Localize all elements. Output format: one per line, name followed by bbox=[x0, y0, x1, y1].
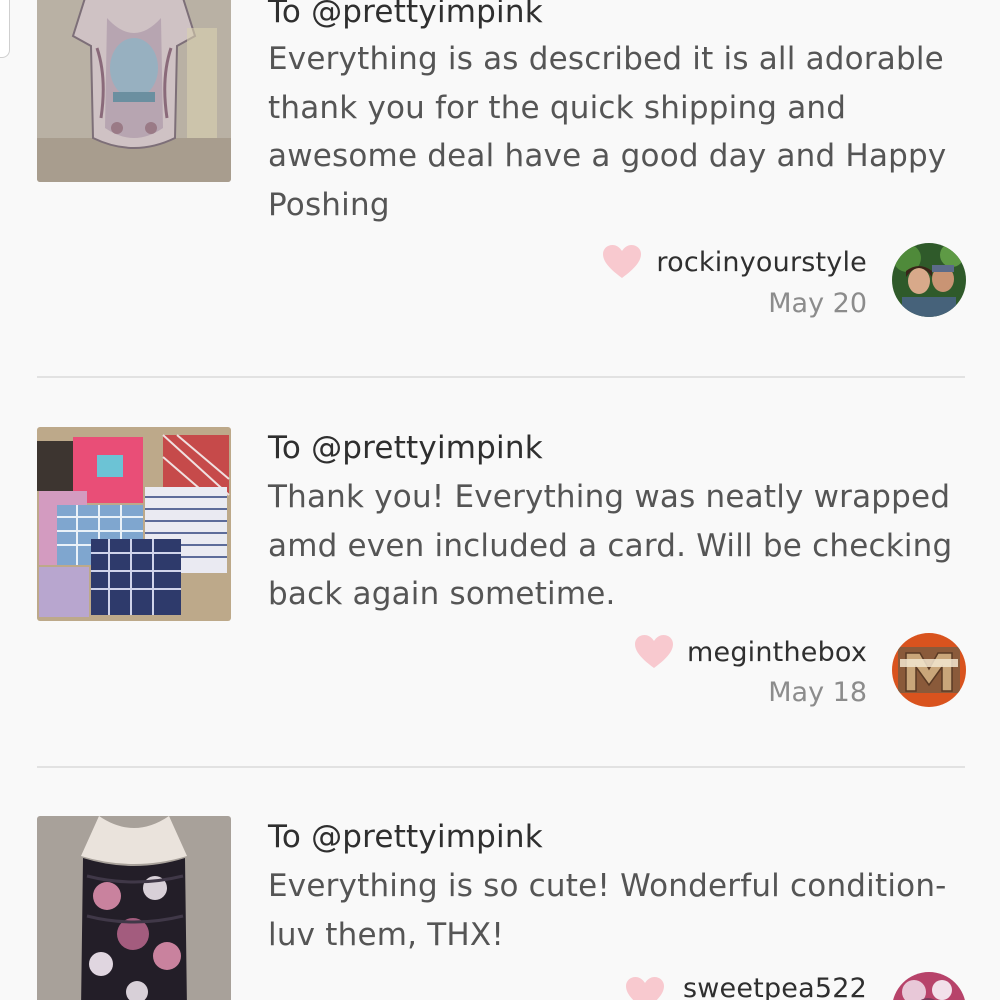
listing-thumbnail[interactable] bbox=[37, 816, 231, 1000]
meg-in-the-box-logo bbox=[892, 633, 966, 707]
reviewer-avatar[interactable] bbox=[892, 633, 966, 707]
side-panel-edge[interactable] bbox=[0, 0, 10, 58]
floral-strapless-top-image bbox=[37, 816, 231, 1000]
review-date: May 18 bbox=[768, 677, 867, 708]
review-recipient: To @prettyimpink bbox=[268, 0, 543, 30]
patterned-tshirt-image bbox=[37, 0, 231, 182]
reviewer-username[interactable]: meginthebox bbox=[687, 637, 867, 668]
feedback-page: To @prettyimpink Everything is as descri… bbox=[0, 0, 1000, 1000]
reviewer-avatar[interactable] bbox=[892, 972, 966, 1000]
heart-icon[interactable] bbox=[626, 977, 664, 1000]
kids-clothing-bundle-image bbox=[37, 427, 231, 621]
heart-icon[interactable] bbox=[603, 245, 641, 279]
review-comment: Thank you! Everything was neatly wrapped… bbox=[268, 479, 953, 612]
review-comment: Everything is as described it is all ado… bbox=[268, 41, 947, 223]
review-comment: Everything is so cute! Wonderful conditi… bbox=[268, 868, 947, 953]
reviewer-avatar[interactable] bbox=[892, 243, 966, 317]
review-recipient: To @prettyimpink bbox=[268, 430, 543, 466]
review-date: May 20 bbox=[768, 288, 867, 319]
heart-icon[interactable] bbox=[635, 635, 673, 669]
user-photo-image bbox=[892, 972, 966, 1000]
listing-thumbnail[interactable] bbox=[37, 427, 231, 621]
reviewer-username[interactable]: rockinyourstyle bbox=[656, 247, 867, 278]
listing-thumbnail[interactable] bbox=[37, 0, 231, 182]
review-divider bbox=[37, 766, 965, 768]
review-divider bbox=[37, 376, 965, 378]
review-recipient: To @prettyimpink bbox=[268, 819, 543, 855]
reviewer-username[interactable]: sweetpea522 bbox=[683, 973, 867, 1000]
couple-photo-image bbox=[892, 243, 966, 317]
